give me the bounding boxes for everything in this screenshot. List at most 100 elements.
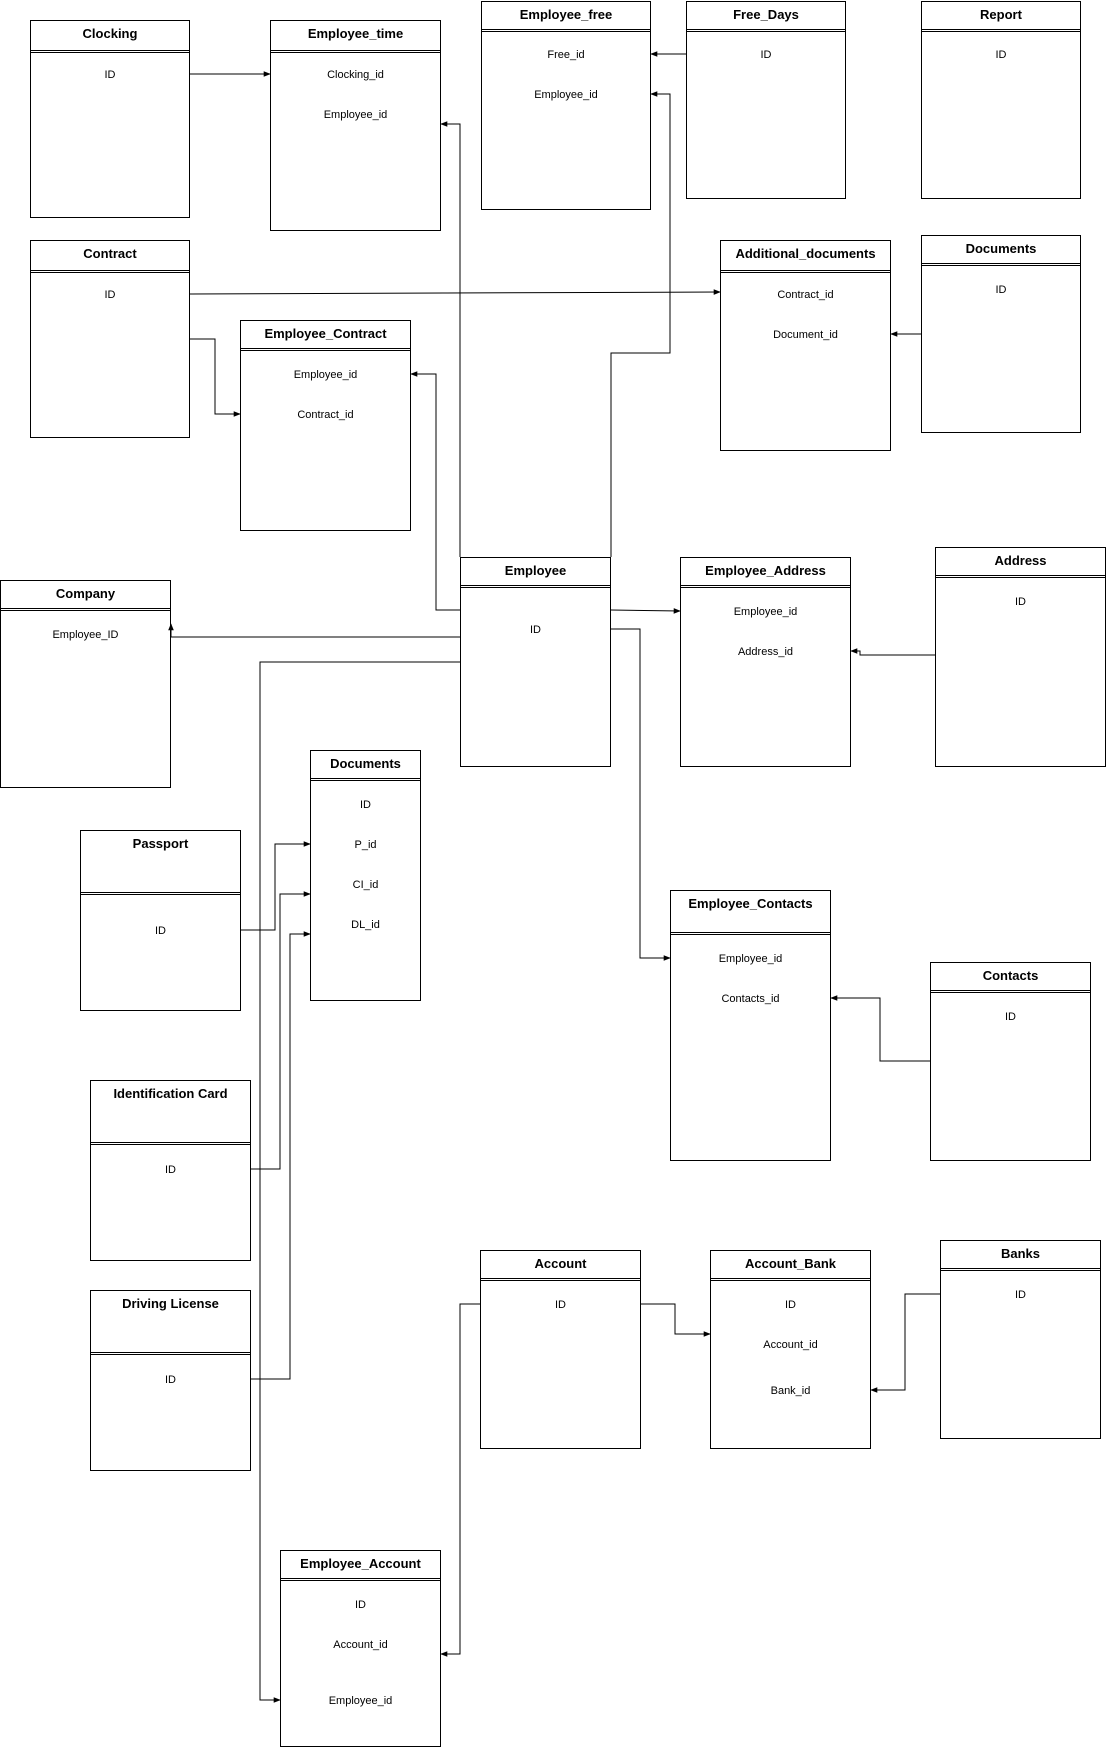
entity-header-divider <box>91 1142 250 1145</box>
entity-field: Bank_id <box>770 1385 811 1397</box>
entity-header-divider <box>481 1278 640 1281</box>
entity-title: Employee <box>504 563 567 578</box>
entity-employee-time[interactable]: Employee_time Clocking_id Employee_id <box>270 20 441 231</box>
entity-field: P_id <box>354 839 377 851</box>
entity-account-bank[interactable]: Account_Bank ID Account_id Bank_id <box>710 1250 871 1449</box>
entity-field: Clocking_id <box>327 69 384 81</box>
entity-field: Employee_id <box>293 369 358 381</box>
entity-field: ID <box>165 1374 176 1386</box>
er-diagram-canvas: Clocking ID Employee_time Clocking_id Employ… <box>0 0 1106 1747</box>
edge-employee-to-employee-contacts <box>611 628 671 961</box>
entity-field: ID <box>1015 596 1026 608</box>
entity-field: ID <box>360 799 371 811</box>
edge-identification-card-to-documents <box>251 891 311 1170</box>
entity-title: Account <box>534 1256 587 1271</box>
entity-field: ID <box>165 1164 176 1176</box>
entity-title: Documents <box>965 241 1037 256</box>
entity-title: Contacts <box>982 968 1039 983</box>
entity-title: Employee_Contacts <box>688 896 813 911</box>
entity-title: Report <box>980 7 1022 22</box>
entity-header-divider <box>31 270 189 273</box>
entity-field: Account_id <box>333 1639 388 1651</box>
entity-header-divider <box>931 990 1090 993</box>
entity-field: DL_id <box>351 919 380 931</box>
entity-report[interactable]: Report ID <box>921 1 1081 199</box>
entity-field: ID <box>155 925 166 937</box>
entity-field: Employee_id <box>733 606 798 618</box>
entity-additional-documents[interactable]: Additional_documents Contract_id Document_… <box>720 240 891 451</box>
entity-field: Document_id <box>773 329 838 341</box>
edge-employee-to-employee-time <box>440 121 461 557</box>
entity-title: Employee_free <box>519 7 613 22</box>
edge-address-to-employee-address <box>850 648 935 656</box>
edge-passport-to-documents <box>241 841 311 931</box>
entity-field: Account_id <box>763 1339 818 1351</box>
entity-header-divider <box>922 29 1080 32</box>
entity-field: ID <box>995 284 1007 296</box>
entity-contract[interactable]: Contract ID <box>30 240 190 438</box>
entity-field: ID <box>785 1299 796 1311</box>
entity-account[interactable]: Account ID <box>480 1250 641 1449</box>
entity-identification-card[interactable]: Identification Card ID <box>90 1080 251 1261</box>
entity-header-divider <box>31 50 189 53</box>
entity-address[interactable]: Address ID <box>935 547 1106 767</box>
entity-title: Employee_Account <box>300 1556 421 1571</box>
edge-contract-to-employee-contract <box>190 338 241 417</box>
entity-title: Additional_documents <box>735 246 876 261</box>
entity-field: Contacts_id <box>721 993 780 1005</box>
entity-field: ID <box>530 624 541 636</box>
entity-employee-contacts[interactable]: Employee_Contacts Employee_id Contacts_id <box>670 890 831 1161</box>
entity-documents-top[interactable]: Documents ID <box>921 235 1081 433</box>
entity-title: Employee_Contract <box>264 326 387 341</box>
entity-header-divider <box>681 585 850 588</box>
entity-title: Address <box>994 553 1047 568</box>
entity-header-divider <box>461 585 610 588</box>
entity-header-divider <box>1 608 170 611</box>
entity-title: Banks <box>1000 1246 1041 1261</box>
entity-field: Employee_id <box>718 953 783 965</box>
entity-field: ID <box>995 49 1007 61</box>
entity-header-divider <box>687 29 845 32</box>
entity-employee-account[interactable]: Employee_Account ID Account_id Employee_id <box>280 1550 441 1747</box>
entity-title: Employee_time <box>307 26 404 41</box>
entity-company[interactable]: Company Employee_ID <box>0 580 171 788</box>
entity-driving-license[interactable]: Driving License ID <box>90 1290 251 1471</box>
entity-header-divider <box>671 932 830 935</box>
edge-contract-to-additional-documents <box>189 289 721 295</box>
edge-driving-license-to-documents <box>251 931 311 1380</box>
entity-header-divider <box>936 575 1105 578</box>
entity-title: Account_Bank <box>744 1256 837 1271</box>
entity-field: Employee_id <box>328 1695 393 1707</box>
entity-clocking[interactable]: Clocking ID <box>30 20 190 218</box>
entity-field: ID <box>1005 1011 1016 1023</box>
edge-employee-to-employee-address <box>610 608 681 614</box>
entity-field: Free_id <box>547 49 585 61</box>
entity-header-divider <box>311 778 420 781</box>
entity-field: ID <box>104 69 116 81</box>
entity-header-divider <box>91 1352 250 1355</box>
entity-employee-address[interactable]: Employee_Address Employee_id Address_id <box>680 557 851 767</box>
entity-title: Free_Days <box>733 7 799 22</box>
entity-header-divider <box>281 1578 440 1581</box>
entity-documents-mid[interactable]: Documents ID P_id CI_id DL_id <box>310 750 421 1001</box>
entity-passport[interactable]: Passport ID <box>80 830 241 1011</box>
entity-banks[interactable]: Banks ID <box>940 1240 1101 1439</box>
entity-employee-contract[interactable]: Employee_Contract Employee_id Contract_id <box>240 320 411 531</box>
entity-field: Employee_id <box>323 109 388 121</box>
entity-field: Employee_id <box>534 89 598 101</box>
entity-header-divider <box>81 892 240 895</box>
entity-title: Driving License <box>122 1296 219 1311</box>
entity-field: ID <box>1015 1289 1026 1301</box>
entity-employee[interactable]: Employee ID <box>460 557 611 767</box>
entity-title: Contract <box>83 246 137 261</box>
edge-banks-to-account-bank <box>870 1293 940 1393</box>
edge-contacts-to-employee-contacts <box>830 995 930 1062</box>
edge-account-to-account-bank <box>641 1303 711 1337</box>
edge-account-to-employee-account <box>440 1303 480 1657</box>
entity-contacts[interactable]: Contacts ID <box>930 962 1091 1161</box>
entity-field: ID <box>104 289 116 301</box>
entity-header-divider <box>721 270 890 273</box>
entity-title: Clocking <box>82 26 138 41</box>
entity-free-days[interactable]: Free_Days ID <box>686 1 846 199</box>
entity-employee-free[interactable]: Employee_free Free_id Employee_id <box>481 1 651 210</box>
